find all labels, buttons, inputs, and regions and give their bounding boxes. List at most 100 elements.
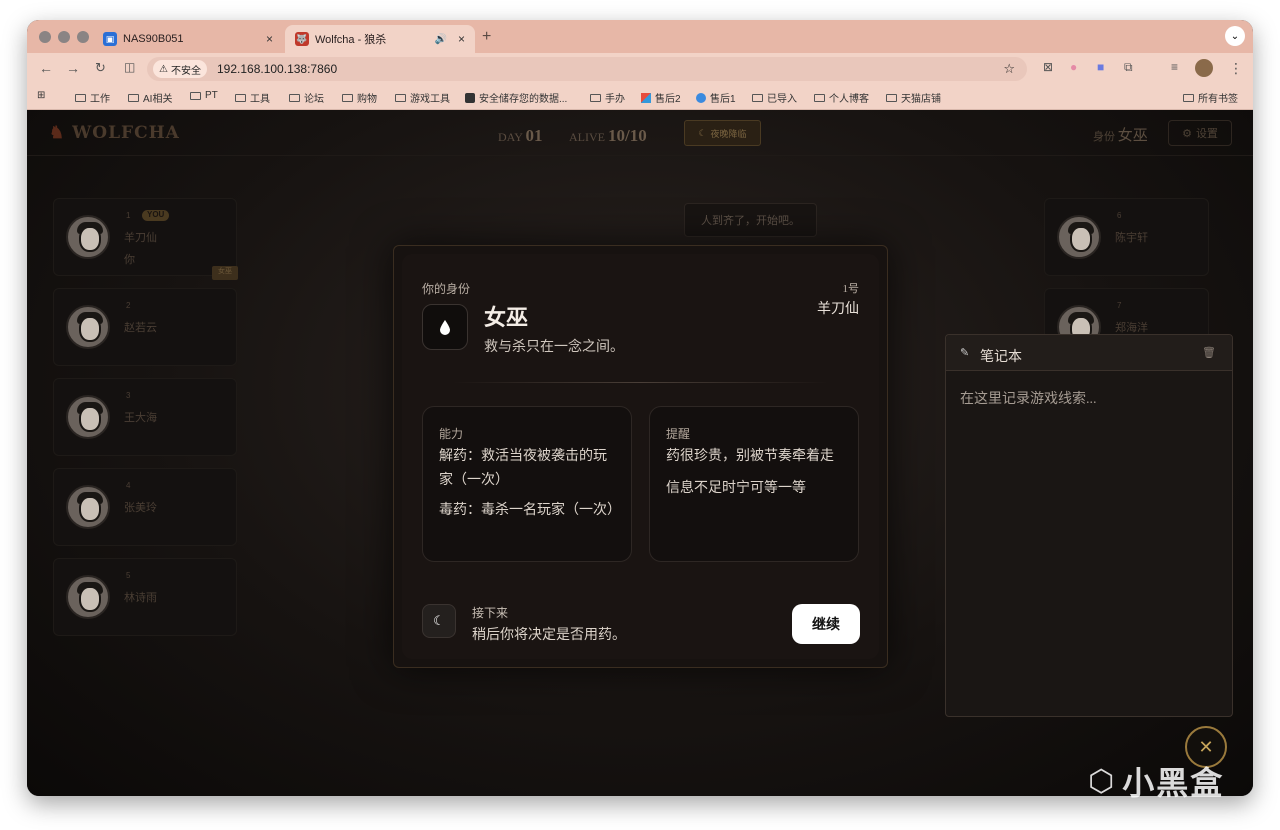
audio-playing-icon[interactable]: 🔊	[435, 34, 447, 45]
player-card[interactable]: 5 林诗雨	[53, 558, 237, 636]
split-view-icon[interactable]: ◫	[124, 60, 135, 74]
bookmark-link[interactable]: 售后2	[641, 90, 681, 105]
tab-close-icon[interactable]: ×	[458, 32, 465, 46]
bookmark-label: 工具	[250, 94, 270, 105]
player-card[interactable]: 6 陈宇轩	[1044, 198, 1209, 276]
player-number: 1	[126, 211, 131, 220]
player-card[interactable]: 2 赵若云	[53, 288, 237, 366]
moon-icon: ☾	[422, 604, 456, 638]
bookmark-label: 购物	[357, 94, 377, 105]
tab-search-chevron-down-icon[interactable]: ⌄	[1225, 26, 1245, 46]
bookmark-link[interactable]: 安全储存您的数据...	[465, 90, 567, 105]
all-bookmarks-folder[interactable]: 所有书签	[1183, 90, 1238, 105]
chat-text: 人到齐了，开始吧。	[701, 215, 800, 227]
bookmark-folder[interactable]: 手办	[590, 90, 625, 105]
apps-grid-icon[interactable]: ⊞	[37, 90, 45, 101]
bookmark-folder[interactable]: PT	[190, 90, 218, 101]
bookmark-folder[interactable]: 游戏工具	[395, 90, 450, 105]
security-indicator[interactable]: ⚠ 不安全	[153, 60, 207, 78]
profile-avatar[interactable]	[1195, 59, 1213, 77]
more-menu-icon[interactable]: ⋮	[1229, 60, 1243, 77]
tips-card: 提醒 药很珍贵，别被节奏牵着走 信息不足时宁可等一等	[649, 406, 859, 562]
continue-button[interactable]: 继续	[792, 604, 860, 644]
player-number: 2	[126, 301, 131, 310]
next-step-title: 接下来	[472, 606, 509, 620]
bookmark-folder[interactable]: 论坛	[289, 90, 324, 105]
bookmark-label: AI相关	[143, 94, 173, 105]
tab-bar: ▣ NAS90B051 × 🐺 Wolfcha - 狼杀 🔊 × + ⌄	[27, 20, 1253, 53]
toolbar: ← → ↻ ◫ ⚠ 不安全 192.168.100.138:7860 ☆ ⊠ ●…	[27, 53, 1253, 84]
avatar	[1057, 215, 1101, 259]
address-bar[interactable]: ⚠ 不安全 192.168.100.138:7860 ☆	[147, 57, 1027, 81]
bookmark-folder[interactable]: 工作	[75, 90, 110, 105]
bookmark-folder[interactable]: AI相关	[128, 90, 172, 105]
bookmark-star-icon[interactable]: ☆	[1003, 61, 1015, 77]
player-name: 郑海洋	[1115, 322, 1148, 334]
alive-counter: ALIVE 10/10	[569, 126, 647, 146]
bookmark-label: 天猫店铺	[901, 94, 941, 105]
reload-icon[interactable]: ↻	[95, 60, 106, 76]
notebook-header: ✎ 笔记本 🗑	[946, 335, 1232, 371]
identity-value: 女巫	[1117, 128, 1148, 144]
bookmark-folder[interactable]: 已导入	[752, 90, 797, 105]
close-window-button[interactable]	[39, 31, 51, 43]
bookmark-folder[interactable]: 天猫店铺	[886, 90, 941, 105]
extension-app-icon[interactable]: ■	[1097, 60, 1104, 74]
next-step-description: 稍后你将决定是否用药。	[472, 628, 626, 643]
alive-value: 10/10	[608, 126, 647, 145]
settings-button[interactable]: ⚙ 设置	[1168, 120, 1232, 146]
new-tab-button[interactable]: +	[482, 28, 491, 46]
forward-icon[interactable]: →	[66, 60, 80, 76]
avatar	[66, 395, 110, 439]
folder-icon	[75, 93, 86, 102]
tab-nas[interactable]: ▣ NAS90B051 ×	[93, 25, 283, 53]
player-card[interactable]: 4 张美玲	[53, 468, 237, 546]
wolf-logo-icon: ♞	[49, 123, 66, 143]
bookmark-folder[interactable]: 个人博客	[814, 90, 869, 105]
bookmark-folder[interactable]: 购物	[342, 90, 377, 105]
folder-icon	[235, 93, 246, 102]
close-icon: ✕	[1198, 736, 1214, 757]
player-number: 3	[126, 391, 131, 400]
reading-list-icon[interactable]: ≡	[1171, 60, 1178, 74]
trash-icon[interactable]: 🗑	[1202, 346, 1216, 359]
tip-item: 信息不足时宁可等一等	[666, 481, 806, 496]
you-badge: YOU	[142, 210, 170, 221]
logo-text: WOLFCHA	[72, 123, 180, 143]
browser-window: ▣ NAS90B051 × 🐺 Wolfcha - 狼杀 🔊 × + ⌄ ← →…	[27, 20, 1253, 796]
potion-drop-icon	[422, 304, 468, 350]
tab-close-icon[interactable]: ×	[266, 32, 273, 46]
role-tag: 女巫	[212, 266, 238, 280]
folder-icon	[289, 93, 300, 102]
folder-icon	[590, 93, 601, 102]
tab-title: Wolfcha - 狼杀	[315, 34, 387, 46]
notebook-textarea[interactable]	[947, 372, 1231, 715]
game-app: ♞ WOLFCHA DAY 01 ALIVE 10/10 ☾ 夜晚降临 身份 女巫…	[27, 110, 1253, 796]
zoom-window-button[interactable]	[77, 31, 89, 43]
notebook-panel: ✎ 笔记本 🗑	[945, 334, 1233, 717]
bookmark-label: 游戏工具	[410, 94, 450, 105]
bookmark-link[interactable]: 售后1	[696, 90, 736, 105]
settings-label: 设置	[1195, 128, 1218, 140]
minimize-window-button[interactable]	[58, 31, 70, 43]
back-icon[interactable]: ←	[39, 60, 53, 76]
player-card[interactable]: 3 王大海	[53, 378, 237, 456]
site-favicon-icon	[465, 92, 475, 103]
role-name: 女巫	[484, 305, 529, 330]
bookmark-label: 论坛	[304, 94, 324, 105]
extension-icon[interactable]: ⊠	[1043, 60, 1053, 74]
alive-label: ALIVE	[569, 130, 605, 144]
player-card[interactable]: 1 YOU 羊刀仙 你 女巫	[53, 198, 238, 280]
role-tagline: 救与杀只在一念之间。	[484, 340, 624, 355]
phase-night-button[interactable]: ☾ 夜晚降临	[684, 120, 761, 146]
player-name: 林诗雨	[124, 592, 157, 604]
day-value: 01	[525, 126, 543, 145]
tab-wolfcha[interactable]: 🐺 Wolfcha - 狼杀 🔊 ×	[285, 25, 475, 53]
avatar	[66, 305, 110, 349]
extensions-puzzle-icon[interactable]: ⧉	[1124, 60, 1133, 75]
player-name: 张美玲	[124, 502, 157, 514]
role-reveal-modal: 你的身份 1号 羊刀仙 女巫 救与杀只在一念之间。 能力 解药：救活当夜被袭击的…	[393, 245, 888, 668]
bookmark-folder[interactable]: 工具	[235, 90, 270, 105]
extension-pig-icon[interactable]: ●	[1070, 60, 1077, 74]
player-number: 7	[1117, 301, 1122, 310]
